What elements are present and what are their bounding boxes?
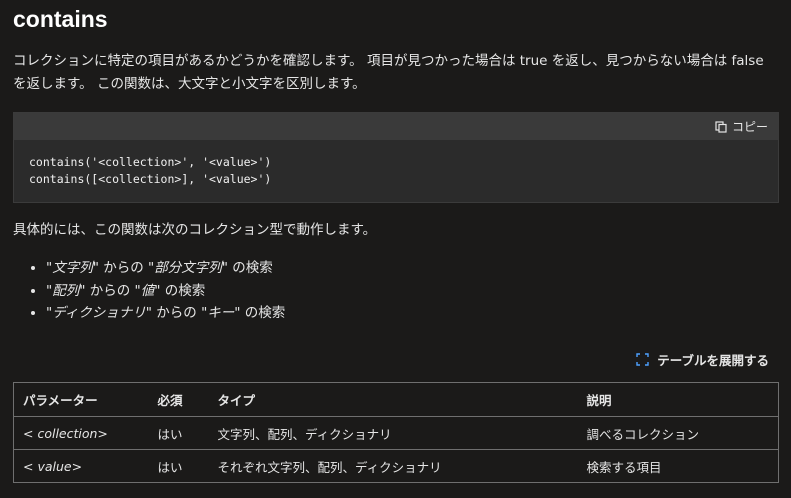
code-line: contains('<collection>', '<value>') [29,155,272,169]
param-description: 調べるコレクション [577,416,779,450]
header-required: 必須 [148,382,209,417]
param-required: はい [148,449,209,483]
header-type: タイプ [208,382,578,417]
list-item: "配列" からの "値" の検索 [46,280,285,303]
code-header: コピー [14,113,778,140]
expand-icon [636,353,649,366]
param-description: 検索する項目 [577,449,779,483]
collection-types-list: "文字列" からの "部分文字列" の検索 "配列" からの "値" の検索 "… [13,257,285,325]
expand-label: テーブルを展開する [657,353,769,368]
header-description: 説明 [577,382,779,417]
code-line: contains([<collection>], '<value>') [29,172,272,186]
table-row: < collection> はい 文字列、配列、ディクショナリ 調べるコレクショ… [13,416,779,450]
intro-paragraph: コレクションに特定の項目があるかどうかを確認します。 項目が見つかった場合は t… [13,53,764,92]
param-name: < collection> [13,416,149,450]
code-body: contains('<collection>', '<value>') conta… [14,140,778,188]
code-block: コピー contains('<collection>', '<value>') c… [13,112,779,203]
param-required: はい [148,416,209,450]
list-item: "ディクショナリ" からの "キー" の検索 [46,302,285,325]
copy-label: コピー [731,120,768,134]
expand-table-button[interactable]: テーブルを展開する [636,350,769,369]
table-header-row: パラメーター 必須 タイプ 説明 [13,382,779,417]
copy-icon [715,120,727,133]
page-title: contains [13,6,108,32]
list-item: "文字列" からの "部分文字列" の検索 [46,257,285,280]
param-type: 文字列、配列、ディクショナリ [208,416,578,450]
header-parameter: パラメーター [13,382,149,417]
parameters-table: パラメーター 必須 タイプ 説明 < collection> はい 文字列、配列… [13,382,779,483]
collection-types-intro: 具体的には、この関数は次のコレクション型で動作します。 [13,222,377,238]
copy-button[interactable]: コピー [715,118,768,135]
param-type: それぞれ文字列、配列、ディクショナリ [208,449,578,483]
param-name: < value> [13,449,149,483]
table-row: < value> はい それぞれ文字列、配列、ディクショナリ 検索する項目 [13,449,779,483]
